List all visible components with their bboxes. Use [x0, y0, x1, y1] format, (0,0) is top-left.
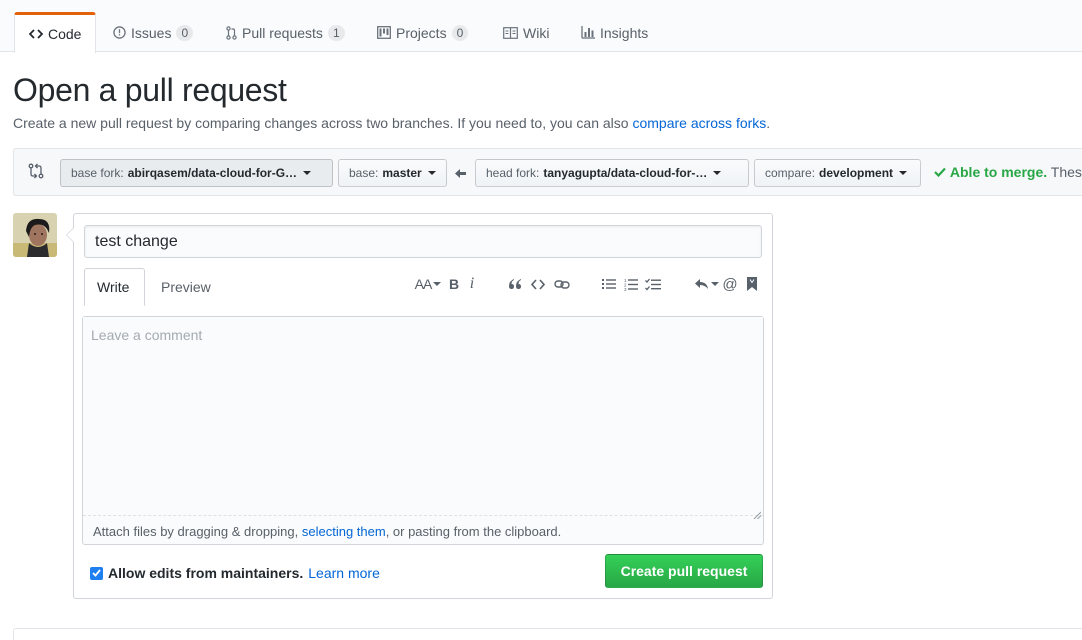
divider — [13, 628, 1082, 640]
bold-icon[interactable]: B — [447, 274, 461, 294]
head-fork-value: tanyagupta/data-cloud-for-… — [543, 166, 708, 180]
comment-editor: Attach files by dragging & dropping, sel… — [82, 316, 764, 545]
subtitle-end: . — [766, 115, 771, 131]
learn-more-link[interactable]: Learn more — [308, 565, 380, 581]
git-pull-request-icon — [226, 25, 237, 40]
issues-counter: 0 — [176, 24, 194, 41]
mention-icon[interactable]: @ — [722, 274, 738, 294]
tab-label: Insights — [600, 24, 649, 41]
tab-wiki[interactable]: Wiki — [503, 12, 549, 53]
allow-edits-label: Allow edits from maintainers. — [108, 565, 304, 581]
base-fork-label: base fork: — [71, 166, 124, 180]
head-fork-label: head fork: — [486, 166, 540, 180]
attach-text-1: Attach files by dragging & dropping, — [93, 524, 302, 539]
tab-projects[interactable]: Projects 0 — [377, 12, 469, 53]
issue-opened-icon — [113, 26, 126, 39]
compare-label: compare: — [765, 166, 816, 180]
tab-insights[interactable]: Insights — [581, 12, 648, 53]
ordered-list-icon[interactable]: 123 — [623, 274, 639, 294]
allow-edits-option: Allow edits from maintainers. Learn more — [90, 565, 380, 581]
merge-status: Able to merge. These branches can be aut… — [934, 164, 1082, 180]
check-icon — [934, 164, 950, 180]
pull-requests-counter: 1 — [327, 24, 345, 41]
projects-counter: 0 — [451, 24, 469, 41]
tab-code[interactable]: Code — [14, 12, 97, 53]
subtitle-text: Create a new pull request by comparing c… — [13, 115, 633, 131]
merge-status-detail: These branches can be automatically merg… — [1050, 164, 1082, 180]
attach-text-2: , or pasting from the clipboard. — [385, 524, 562, 539]
base-value: master — [382, 166, 422, 180]
tab-write[interactable]: Write — [84, 268, 145, 306]
range-editor: base fork: abirqasem/data-cloud-for-G… b… — [13, 148, 1082, 196]
tab-label: Wiki — [523, 24, 550, 41]
compare-across-forks-link[interactable]: compare across forks — [632, 115, 766, 131]
arrow-left-icon — [455, 166, 466, 182]
tab-preview[interactable]: Preview — [149, 268, 223, 306]
tab-label: Issues — [131, 24, 172, 41]
tab-label: Pull requests — [242, 24, 323, 41]
chevron-down-icon — [427, 171, 436, 175]
tab-pull-requests[interactable]: Pull requests 1 — [226, 12, 345, 53]
chevron-down-icon — [899, 171, 908, 175]
base-fork-value: abirqasem/data-cloud-for-G… — [127, 166, 298, 180]
compare-branch-select[interactable]: compare: development — [754, 159, 921, 187]
graph-icon — [581, 26, 595, 39]
pr-title-input[interactable] — [84, 225, 762, 258]
pull-request-form: Write Preview AA B i 123 @ Attach files … — [66, 213, 773, 599]
code-icon — [29, 28, 43, 40]
resize-handle-icon[interactable] — [753, 506, 762, 522]
avatar[interactable] — [13, 213, 57, 257]
select-files-link[interactable]: selecting them — [302, 524, 386, 539]
repo-nav: Code Issues 0 Pull requests 1 Projects 0… — [0, 0, 1082, 53]
text-size-icon[interactable]: AA — [414, 274, 442, 294]
head-fork-select[interactable]: head fork: tanyagupta/data-cloud-for-… — [475, 159, 749, 187]
create-pull-request-button[interactable]: Create pull request — [605, 554, 763, 588]
unordered-list-icon[interactable] — [601, 274, 617, 294]
page-title: Open a pull request — [13, 72, 287, 108]
link-icon[interactable] — [553, 274, 571, 294]
allow-edits-checkbox[interactable] — [90, 566, 103, 580]
tab-label: Projects — [396, 24, 447, 41]
project-icon — [377, 26, 391, 39]
comment-textarea[interactable] — [83, 317, 763, 516]
reply-icon[interactable] — [693, 274, 719, 294]
create-pull-request-label: Create pull request — [620, 563, 748, 579]
tab-write-label: Write — [97, 279, 130, 295]
book-icon — [503, 26, 518, 39]
attach-files-hint: Attach files by dragging & dropping, sel… — [93, 524, 561, 539]
chevron-down-icon — [713, 171, 722, 175]
compare-value: development — [819, 166, 894, 180]
base-branch-select[interactable]: base: master — [338, 159, 447, 187]
tab-label: Code — [48, 26, 82, 42]
bookmark-icon[interactable] — [745, 274, 759, 294]
git-compare-icon — [28, 163, 44, 182]
merge-status-text: Able to merge. — [949, 164, 1048, 180]
code-icon[interactable] — [530, 274, 546, 294]
task-list-icon[interactable] — [644, 274, 662, 294]
tab-preview-label: Preview — [161, 279, 211, 295]
tab-issues[interactable]: Issues 0 — [113, 12, 194, 53]
quote-icon[interactable] — [507, 274, 523, 294]
base-fork-select[interactable]: base fork: abirqasem/data-cloud-for-G… — [60, 159, 333, 187]
chevron-down-icon — [303, 171, 312, 175]
page-subtitle: Create a new pull request by comparing c… — [13, 115, 770, 131]
base-label: base: — [349, 166, 379, 180]
italic-icon[interactable]: i — [467, 274, 477, 294]
svg-text:3: 3 — [624, 287, 627, 291]
